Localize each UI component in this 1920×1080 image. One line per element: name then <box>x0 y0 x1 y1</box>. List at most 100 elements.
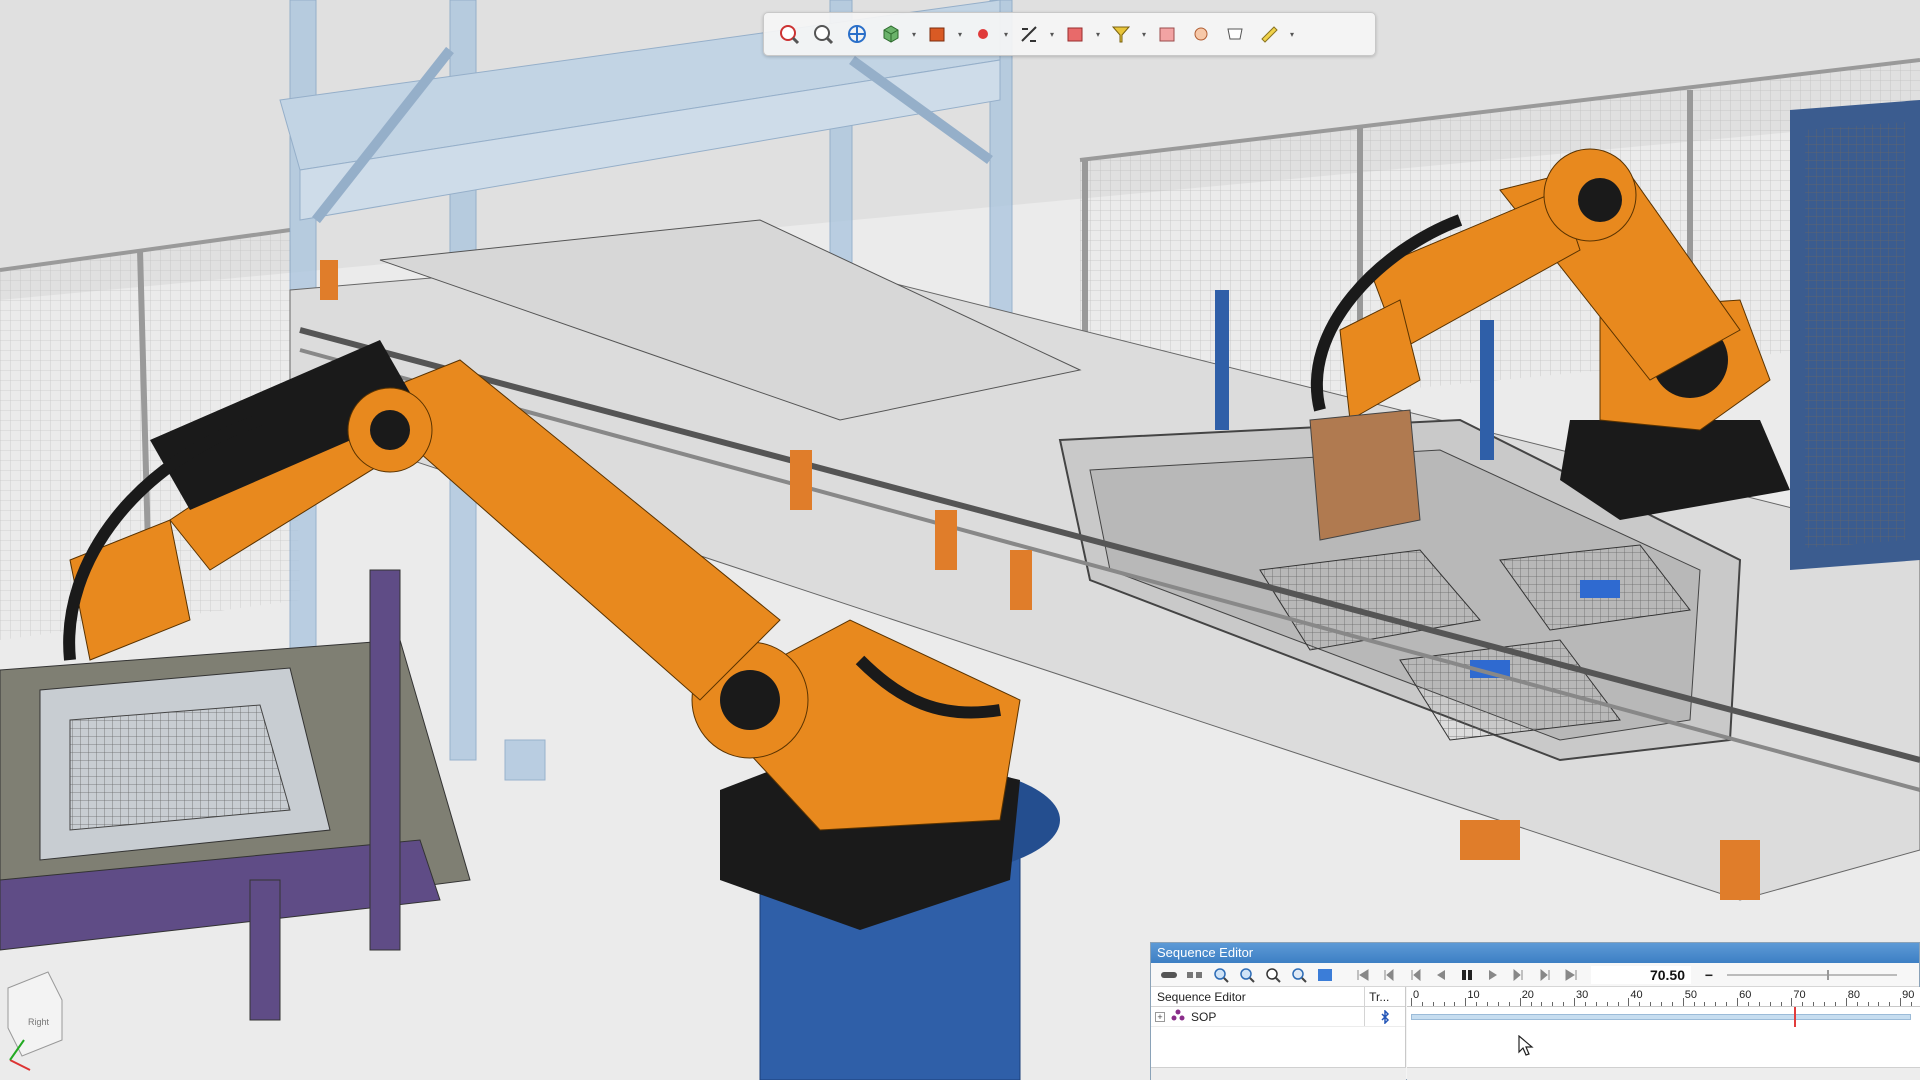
step-forward-end-icon[interactable] <box>1533 965 1557 985</box>
row-name-cell: + SOP <box>1151 1007 1366 1026</box>
minor-tick-mark <box>1650 1002 1652 1006</box>
tick-mark <box>1628 998 1630 1006</box>
bluetooth-link-icon[interactable] <box>1365 1007 1405 1026</box>
step-back-icon[interactable] <box>1403 965 1427 985</box>
tick-label: 10 <box>1467 989 1480 1001</box>
zoom-slider-thumb[interactable] <box>1827 969 1829 980</box>
minor-tick-mark <box>1476 1002 1478 1006</box>
chevron-down-icon[interactable]: ▾ <box>1140 19 1148 49</box>
robot-cell-scene[interactable]: Right <box>0 0 1920 1080</box>
play-backward-icon[interactable] <box>1429 965 1453 985</box>
pick-filter-icon[interactable] <box>1106 19 1136 49</box>
tick-label: 40 <box>1630 989 1643 1001</box>
minor-tick-mark <box>1661 1002 1662 1006</box>
tick-mark <box>1411 998 1412 1006</box>
gantt-timeline[interactable]: 0 10 20 30 40 50 60 70 80 90 <box>1407 987 1920 1080</box>
minor-tick-mark <box>1693 1002 1695 1006</box>
minor-tick-mark <box>1715 1002 1717 1006</box>
3d-viewport[interactable]: Right ▾ ▾ ▾ ▾ ▾ ▾ ▾ Sequence Editor 70.5… <box>0 0 1920 1080</box>
link-icon[interactable] <box>1157 965 1181 985</box>
minor-tick-mark <box>1780 1002 1782 1006</box>
display-filter-icon[interactable] <box>1220 19 1250 49</box>
pan-icon[interactable] <box>842 19 872 49</box>
unlink-icon[interactable] <box>1183 965 1207 985</box>
column-header-name[interactable]: Sequence Editor <box>1151 987 1366 1006</box>
minor-tick-mark <box>1563 1002 1565 1006</box>
chevron-down-icon[interactable]: ▾ <box>1002 19 1010 49</box>
step-forward-icon[interactable] <box>1507 965 1531 985</box>
step-back-end-icon[interactable] <box>1377 965 1401 985</box>
minor-tick-mark <box>1617 1002 1619 1006</box>
time-cursor[interactable] <box>1794 1007 1797 1027</box>
section-box-icon[interactable] <box>1060 19 1090 49</box>
operation-tree-icon <box>1171 1009 1185 1024</box>
minor-tick-mark <box>1769 1002 1771 1006</box>
tree-scrollbar[interactable] <box>1151 1067 1406 1080</box>
render-options-icon[interactable] <box>1152 19 1182 49</box>
chevron-down-icon[interactable]: ▾ <box>956 19 964 49</box>
column-header-tr[interactable]: Tr... <box>1365 987 1405 1006</box>
sop-track-bar[interactable] <box>1411 1014 1911 1020</box>
operation-tree: Sequence Editor Tr... + SOP <box>1151 987 1406 1080</box>
ruler-icon[interactable] <box>1254 19 1284 49</box>
tick-mark <box>1465 998 1467 1006</box>
mouse-cursor-icon <box>1518 1035 1534 1056</box>
minor-tick-mark <box>1432 1002 1434 1006</box>
current-time-field[interactable]: 70.50 <box>1591 965 1691 984</box>
minor-tick-mark <box>1421 1002 1423 1006</box>
row-label: SOP <box>1191 1009 1217 1024</box>
minor-tick-mark <box>1443 1002 1445 1006</box>
solid-view-icon[interactable] <box>922 19 952 49</box>
zoom-icon[interactable] <box>808 19 838 49</box>
minor-tick-mark <box>1747 1002 1749 1006</box>
chevron-down-icon[interactable]: ▾ <box>1094 19 1102 49</box>
zoom-selection-icon[interactable] <box>1287 965 1311 985</box>
play-forward-icon[interactable] <box>1481 965 1505 985</box>
tick-label: 90 <box>1902 989 1915 1001</box>
minor-tick-mark <box>1487 1002 1489 1006</box>
minor-tick-mark <box>1758 1002 1760 1006</box>
measure-icon[interactable] <box>1014 19 1044 49</box>
tick-mark <box>1574 998 1576 1006</box>
minor-tick-mark <box>1497 1002 1499 1006</box>
timeline-scrollbar[interactable] <box>1407 1067 1920 1080</box>
minor-tick-mark <box>1541 1002 1543 1006</box>
chevron-down-icon[interactable]: ▾ <box>1048 19 1056 49</box>
minor-tick-mark <box>1824 1002 1826 1006</box>
minor-tick-mark <box>1454 1002 1456 1006</box>
chevron-down-icon[interactable]: ▾ <box>910 19 918 49</box>
minor-tick-mark <box>1639 1002 1641 1006</box>
zoom-fit-icon[interactable] <box>1261 965 1285 985</box>
pause-icon[interactable] <box>1455 965 1479 985</box>
zoom-in-icon[interactable] <box>1209 965 1233 985</box>
jump-to-end-icon[interactable] <box>1559 965 1583 985</box>
gantt-icon[interactable] <box>1313 965 1337 985</box>
minor-tick-mark <box>1867 1002 1869 1006</box>
minor-tick-mark <box>1508 1002 1510 1006</box>
point-snap-icon[interactable] <box>968 19 998 49</box>
minor-tick-mark <box>1530 1002 1532 1006</box>
tick-mark <box>1519 998 1521 1006</box>
timeline-zoom-out-button[interactable]: − <box>1701 967 1717 983</box>
timeline-zoom-slider[interactable] <box>1727 969 1897 980</box>
expand-icon[interactable]: + <box>1155 1011 1165 1022</box>
tick-mark <box>1900 998 1902 1006</box>
zoom-to-fit-icon[interactable] <box>774 19 804 49</box>
minor-tick-mark <box>1584 1002 1586 1006</box>
chevron-down-icon[interactable]: ▾ <box>1288 19 1296 49</box>
minor-tick-mark <box>1726 1002 1728 1006</box>
zoom-out-icon[interactable] <box>1235 965 1259 985</box>
view-cube-icon[interactable] <box>876 19 906 49</box>
tick-mark <box>1845 998 1847 1006</box>
minor-tick-mark <box>1595 1002 1597 1006</box>
tick-label: 30 <box>1576 989 1589 1001</box>
jump-to-start-icon[interactable] <box>1351 965 1375 985</box>
placement-icon[interactable] <box>1186 19 1216 49</box>
panel-title: Sequence Editor <box>1151 943 1919 963</box>
sequence-grid: Sequence Editor Tr... + SOP 0 10 20 30 40 50 6… <box>1151 987 1920 1080</box>
tick-label: 50 <box>1684 989 1697 1001</box>
tree-row[interactable]: + SOP <box>1151 1007 1405 1027</box>
tick-mark <box>1791 998 1793 1006</box>
tree-header: Sequence Editor Tr... <box>1151 987 1405 1007</box>
minor-tick-mark <box>1671 1002 1673 1006</box>
